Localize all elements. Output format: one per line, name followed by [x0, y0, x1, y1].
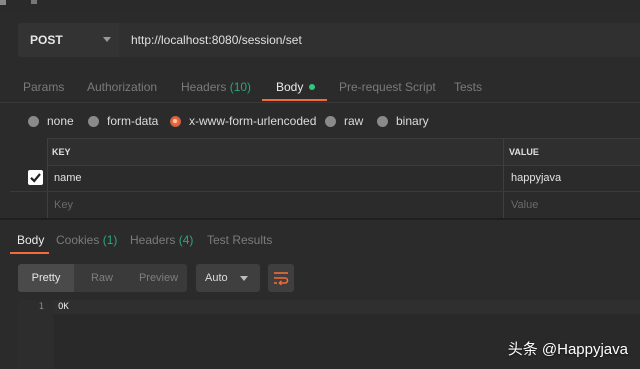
pane-divider[interactable] [0, 218, 640, 220]
radio-label: none [47, 114, 74, 128]
method-label: POST [30, 33, 63, 47]
format-label: Auto [205, 272, 228, 284]
tab-response-headers[interactable]: Headers (4) [130, 228, 193, 252]
chevron-down-icon [240, 276, 248, 281]
radio-label: binary [396, 114, 429, 128]
tab-params[interactable]: Params [23, 72, 64, 102]
tab-count: (4) [178, 233, 194, 247]
radio-raw[interactable]: raw [325, 114, 363, 128]
row-key[interactable]: name [54, 165, 82, 191]
value-input[interactable]: Value [511, 192, 538, 218]
radio-circle-icon [377, 115, 388, 127]
mode-raw-button[interactable]: Raw [74, 264, 130, 292]
tab-count: (10) [229, 80, 252, 94]
radio-circle-icon [88, 115, 99, 127]
method-select[interactable]: POST [18, 23, 119, 57]
status-dot-icon [309, 84, 316, 90]
tab-label: Test Results [207, 233, 273, 247]
tab-pre-request-script[interactable]: Pre-request Script [339, 72, 436, 102]
table-row: name happyjava [10, 165, 640, 192]
line-number: 1 [38, 302, 44, 312]
tab-body[interactable]: Body [276, 72, 316, 102]
radio-label: x-www-form-urlencoded [189, 114, 317, 128]
view-mode-segmented: Pretty Raw Preview [18, 264, 187, 292]
mode-preview-button[interactable]: Preview [130, 264, 187, 292]
radio-form-data[interactable]: form-data [88, 114, 158, 128]
body-type-radios: none form-data x-www-form-urlencoded raw… [0, 110, 640, 132]
column-key: KEY [52, 147, 71, 157]
request-url-bar: POST [18, 23, 640, 57]
table-header: KEY VALUE [48, 138, 640, 166]
radio-x-www-form-urlencoded[interactable]: x-www-form-urlencoded [170, 114, 316, 128]
window-top-strip [0, 0, 640, 10]
checkmark-icon [30, 173, 41, 183]
tab-tests[interactable]: Tests [454, 72, 482, 102]
response-text: OK [58, 302, 69, 312]
radio-label: raw [344, 114, 364, 128]
wrap-lines-button[interactable] [268, 264, 294, 292]
line-gutter: 1 [18, 300, 54, 369]
tab-label: Cookies [56, 233, 100, 247]
tab-test-results[interactable]: Test Results [207, 228, 272, 252]
chevron-down-icon [103, 37, 111, 42]
active-tab-underline [10, 252, 49, 254]
radio-circle-icon [325, 115, 336, 127]
tab-authorization[interactable]: Authorization [87, 72, 157, 102]
tab-label: Body [17, 233, 45, 247]
tab-label: Authorization [87, 80, 158, 94]
window-mark [0, 0, 6, 5]
radio-selected-icon [170, 115, 181, 127]
radio-circle-icon [28, 115, 39, 127]
mode-pretty-button[interactable]: Pretty [18, 264, 74, 292]
url-input[interactable] [119, 23, 640, 57]
tab-label: Headers [181, 80, 227, 94]
radio-binary[interactable]: binary [377, 114, 429, 128]
tab-headers[interactable]: Headers (10) [181, 72, 251, 102]
active-tab-underline [262, 99, 327, 101]
radio-label: form-data [107, 114, 159, 128]
tab-label: Pre-request Script [339, 80, 436, 94]
params-table: KEY VALUE name happyjava Key Value [10, 138, 640, 219]
wrap-lines-icon [274, 272, 289, 285]
code-line: OK [54, 300, 640, 314]
watermark: 头条 @Happyjava [507, 341, 628, 358]
key-input[interactable]: Key [54, 192, 73, 218]
response-toolbar: Pretty Raw Preview Auto [0, 264, 640, 292]
table-row-new: Key Value [10, 192, 640, 219]
tab-label: Body [276, 80, 304, 94]
tab-label: Tests [454, 80, 483, 94]
tab-label: Headers [130, 233, 176, 247]
tab-label: Params [23, 80, 65, 94]
tab-response-body[interactable]: Body [17, 228, 44, 252]
row-checkbox[interactable] [28, 170, 43, 185]
format-select[interactable]: Auto [196, 264, 260, 292]
tab-count: (1) [102, 233, 118, 247]
tab-cookies[interactable]: Cookies (1) [56, 228, 117, 252]
request-tabs: Params Authorization Headers (10) Body P… [0, 72, 640, 102]
radio-none[interactable]: none [28, 114, 74, 128]
divider [0, 102, 640, 103]
window-dot [31, 0, 37, 4]
row-value[interactable]: happyjava [511, 165, 561, 191]
column-value: VALUE [509, 147, 539, 157]
response-tabs: Body Cookies (1) Headers (4) Test Result… [0, 228, 640, 254]
